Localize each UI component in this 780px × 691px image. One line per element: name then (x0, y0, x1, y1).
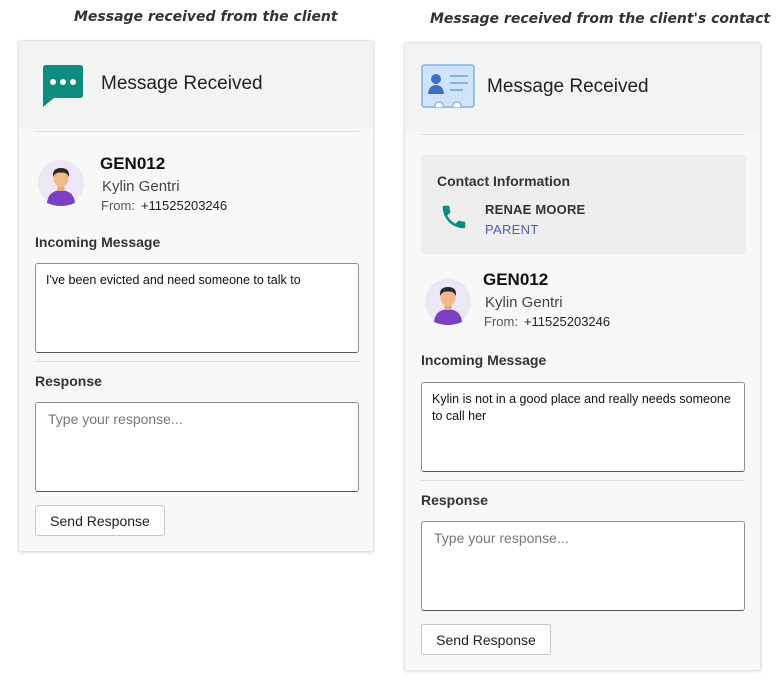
response-input[interactable] (421, 521, 745, 611)
header-title: Message Received (101, 73, 263, 94)
from-label: From: (101, 198, 135, 213)
contact-name: RENAE MOORE (485, 202, 586, 217)
avatar (425, 279, 471, 325)
client-id: GEN012 (100, 154, 166, 173)
card-header: Message Received (19, 41, 373, 129)
chat-bubble-icon (39, 62, 85, 113)
contact-message-card: Message Received Contact Information REN… (404, 42, 761, 671)
incoming-message-box: Kylin is not in a good place and really … (421, 382, 745, 472)
contact-relationship: PARENT (485, 222, 539, 237)
incoming-message-label: Incoming Message (35, 234, 161, 250)
send-response-button[interactable]: Send Response (421, 624, 551, 655)
client-message-card: Message Received GEN012 Kylin Gentri Fro… (18, 40, 374, 552)
section-divider (35, 361, 359, 362)
incoming-message-box: I've been evicted and need someone to ta… (35, 263, 359, 353)
section-divider (421, 480, 745, 481)
header-divider (35, 131, 359, 132)
from-label: From: (484, 314, 518, 329)
contact-information-panel: Contact Information RENAE MOORE PARENT (421, 155, 746, 254)
client-id: GEN012 (483, 270, 549, 289)
contact-card-icon (421, 64, 475, 115)
client-from-row: From: +11525203246 (484, 314, 610, 329)
card-header: Message Received (405, 43, 760, 132)
response-label: Response (421, 492, 488, 508)
right-caption: Message received from the client's conta… (430, 11, 771, 27)
client-name: Kylin Gentri (485, 294, 563, 311)
header-title: Message Received (487, 76, 649, 97)
send-response-button[interactable]: Send Response (35, 505, 165, 536)
phone-icon (439, 202, 469, 237)
response-label: Response (35, 373, 102, 389)
contact-information-heading: Contact Information (437, 173, 570, 189)
incoming-message-label: Incoming Message (421, 352, 547, 368)
avatar (38, 160, 84, 206)
client-name: Kylin Gentri (102, 178, 180, 195)
client-phone: +11525203246 (140, 198, 228, 213)
left-caption: Message received from the client (74, 9, 338, 25)
header-divider (421, 134, 745, 135)
client-phone: +11525203246 (523, 314, 611, 329)
response-input[interactable] (35, 402, 359, 492)
client-from-row: From: +11525203246 (101, 198, 227, 213)
